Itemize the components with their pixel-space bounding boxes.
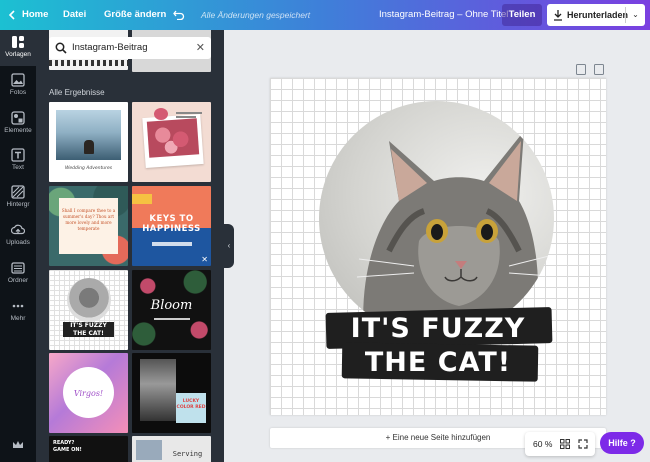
search-box: Instagram-Beitrag ✕ xyxy=(49,37,211,59)
cat-image xyxy=(356,131,552,336)
search-input[interactable]: Instagram-Beitrag xyxy=(72,37,148,59)
duplicate-page-icon[interactable] xyxy=(594,64,604,75)
nav-label: Mehr xyxy=(10,315,26,322)
template-thumb[interactable]: KEYS TO HAPPINESS ✕ xyxy=(132,186,211,266)
template-thumb[interactable]: Virgos! xyxy=(49,353,128,433)
template-text: Virgos! xyxy=(73,389,104,398)
nav-text[interactable]: Text xyxy=(0,143,36,179)
templates-icon xyxy=(12,36,24,48)
help-button[interactable]: Hilfe ? xyxy=(600,432,644,454)
nav-label: Vorlagen xyxy=(5,51,31,58)
nav-folder[interactable]: Ordner xyxy=(0,256,36,292)
design-canvas[interactable]: IT'S FUZZY THE CAT! xyxy=(270,78,606,415)
fullscreen-icon[interactable] xyxy=(578,439,588,449)
home-button[interactable]: Home xyxy=(22,0,48,30)
cat-photo[interactable] xyxy=(319,101,554,336)
template-thumb[interactable]: Bloom xyxy=(132,270,211,350)
photos-icon xyxy=(11,73,25,87)
file-menu[interactable]: Datei xyxy=(63,0,86,30)
headline-line-1[interactable]: IT'S FUZZY xyxy=(310,312,566,346)
template-text: LUCKY COLOR RED xyxy=(176,399,206,410)
headline-line-2[interactable]: THE CAT! xyxy=(310,346,566,380)
folder-icon xyxy=(11,262,25,274)
template-text: IT'S FUZZY THE CAT! xyxy=(63,322,114,337)
nav-label: Text xyxy=(12,164,24,171)
nav-photos[interactable]: Fotos xyxy=(0,68,36,104)
background-icon xyxy=(11,185,25,199)
undo-icon[interactable] xyxy=(173,9,185,20)
results-heading: Alle Ergebnisse xyxy=(49,88,105,97)
grid-view-icon[interactable] xyxy=(560,439,570,449)
nav-more[interactable]: Mehr xyxy=(0,294,36,330)
text-icon xyxy=(11,148,25,162)
document-title[interactable]: Instagram-Beitrag – Ohne Titel xyxy=(379,0,508,30)
nav-templates[interactable]: Vorlagen xyxy=(0,30,36,66)
more-icon xyxy=(12,304,24,308)
template-thumb[interactable]: LUCKY COLOR RED xyxy=(132,353,211,433)
top-bar: Home Datei Größe ändern Alle Änderungen … xyxy=(0,0,650,30)
clear-icon[interactable]: ✕ xyxy=(196,37,205,59)
template-thumb[interactable]: IT'S FUZZY THE CAT! xyxy=(49,270,128,350)
nav-elements[interactable]: Elemente xyxy=(0,106,36,142)
crown-icon[interactable] xyxy=(12,440,24,450)
nav-background[interactable]: Hintergr xyxy=(0,180,36,216)
template-text: KEYS TO HAPPINESS xyxy=(142,214,201,234)
uploads-icon xyxy=(11,224,25,235)
template-text: READY? GAME ON! xyxy=(53,440,82,453)
nav-label: Hintergr xyxy=(6,201,30,208)
nav-label: Elemente xyxy=(4,127,32,134)
share-button[interactable]: Teilen xyxy=(502,4,542,26)
zoom-level[interactable]: 60 % xyxy=(533,432,552,456)
template-thumb[interactable]: Shall I compare thee to a summer's day? … xyxy=(49,186,128,266)
chevron-down-icon[interactable]: ⌄ xyxy=(626,4,645,26)
back-chevron-icon[interactable] xyxy=(9,10,15,20)
nav-label: Uploads xyxy=(6,239,30,246)
templates-panel: Instagram-Beitrag ✕ Alle Ergebnisse Wedd… xyxy=(36,30,224,462)
save-status: Alle Änderungen gespeichert xyxy=(201,10,311,20)
template-thumb[interactable]: READY? GAME ON! xyxy=(49,436,128,462)
template-text: Wedding Adventures xyxy=(64,166,113,171)
elements-icon xyxy=(11,111,25,125)
template-thumb[interactable]: Serving xyxy=(132,436,211,462)
template-text: Serving xyxy=(172,450,203,458)
resize-button[interactable]: Größe ändern xyxy=(104,0,166,30)
nav-label: Ordner xyxy=(7,277,29,284)
side-nav: Vorlagen Fotos Elemente Text Hintergr Up… xyxy=(0,30,36,462)
zoom-controls: 60 % xyxy=(525,432,595,456)
template-thumb[interactable]: Wedding Adventures xyxy=(49,102,128,182)
nav-uploads[interactable]: Uploads xyxy=(0,218,36,254)
search-icon xyxy=(55,42,67,54)
template-text: Bloom xyxy=(150,298,193,313)
template-thumb[interactable] xyxy=(132,102,211,182)
template-text: Shall I compare thee to a summer's day? … xyxy=(61,208,116,231)
nav-label: Fotos xyxy=(9,89,27,96)
download-button-group: Herunterladen ⌄ xyxy=(547,4,645,26)
collapse-panel-button[interactable]: ‹ xyxy=(224,224,234,268)
notes-icon[interactable] xyxy=(576,64,586,75)
download-button[interactable]: Herunterladen xyxy=(547,4,628,26)
